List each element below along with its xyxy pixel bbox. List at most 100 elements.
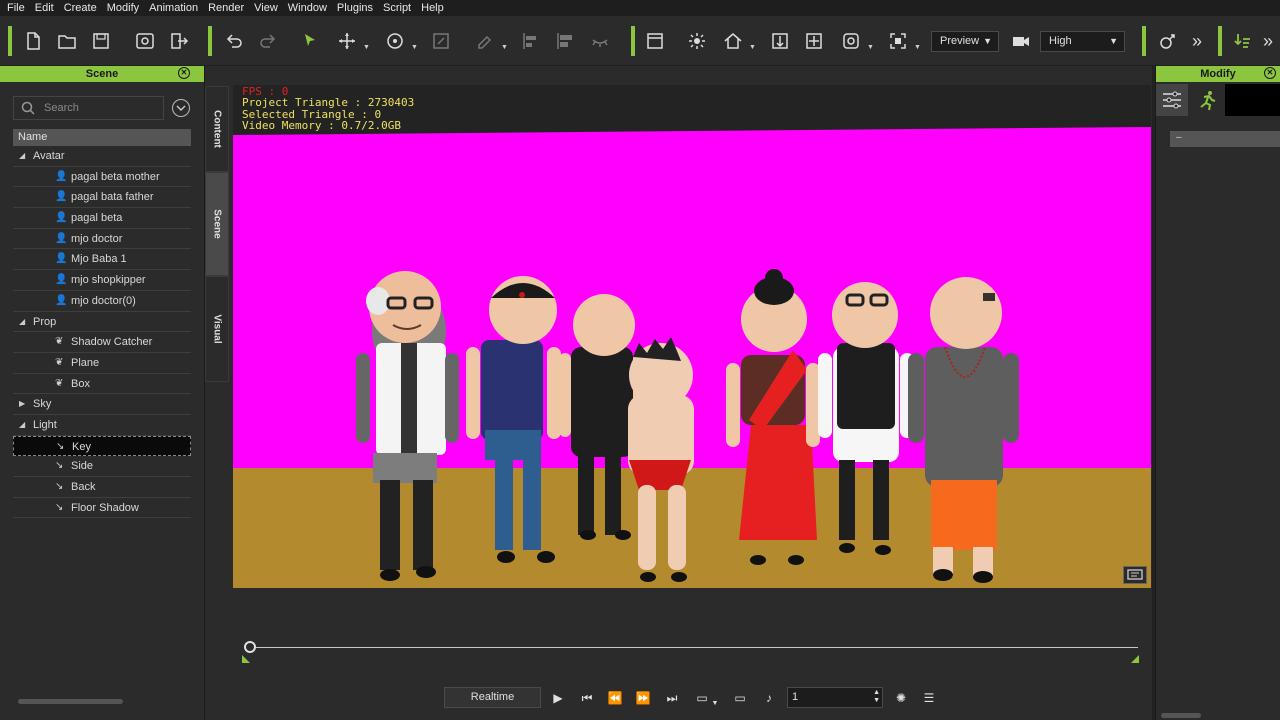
timeline-end-marker[interactable] <box>1131 655 1139 663</box>
tree-item[interactable]: ↘ Floor Shadow <box>13 498 191 519</box>
modify-tab-empty[interactable] <box>1225 84 1280 116</box>
snap-caret-icon[interactable]: ▼ <box>501 44 508 51</box>
rotate-caret-icon[interactable]: ▼ <box>411 44 418 51</box>
viewport-layout-icon[interactable] <box>644 30 666 52</box>
tree-item[interactable]: ❦ Shadow Catcher <box>13 332 191 353</box>
download-motion-icon[interactable] <box>1231 30 1253 52</box>
loop-caret-icon[interactable]: ▼ <box>706 695 724 713</box>
quality-select[interactable]: High ▼ <box>1040 31 1125 52</box>
horizontal-scrollbar[interactable] <box>1161 713 1201 718</box>
motion-path-icon[interactable] <box>1156 30 1178 52</box>
move-icon[interactable] <box>336 30 358 52</box>
tree-group-sky[interactable]: ▶ Sky <box>13 394 191 415</box>
redo-icon[interactable] <box>257 30 279 52</box>
3d-viewport[interactable]: FPS : 0 Project Triangle : 2730403 Selec… <box>233 85 1151 588</box>
skip-end-icon[interactable]: ⏭ <box>663 689 681 707</box>
expand-arrow-icon[interactable]: ◢ <box>19 312 25 332</box>
tree-group-avatar[interactable]: ◢ Avatar <box>13 146 191 167</box>
fit-vertical-icon[interactable] <box>769 30 791 52</box>
modify-section-bar[interactable]: – <box>1170 131 1280 147</box>
close-icon[interactable]: ✕ <box>178 67 190 79</box>
menu-help[interactable]: Help <box>416 0 449 16</box>
search-input[interactable] <box>44 100 159 116</box>
step-forward-icon[interactable]: ⏩ <box>634 689 652 707</box>
settings-sun-icon[interactable]: ✺ <box>892 689 910 707</box>
light-icon[interactable] <box>686 30 708 52</box>
tab-visual[interactable]: Visual <box>205 276 229 382</box>
step-back-icon[interactable]: ⏪ <box>606 689 624 707</box>
rotate-icon[interactable] <box>384 30 406 52</box>
undo-icon[interactable] <box>223 30 245 52</box>
close-icon[interactable]: ✕ <box>1264 67 1276 79</box>
frame-caret-icon[interactable]: ▼ <box>914 44 921 51</box>
menu-script[interactable]: Script <box>378 0 416 16</box>
overflow-right-icon[interactable]: » <box>1257 30 1279 52</box>
new-file-icon[interactable] <box>22 30 44 52</box>
preview-select[interactable]: Preview ▼ <box>931 31 999 52</box>
tree-item[interactable]: ❦ Box <box>13 374 191 395</box>
camera-target-caret-icon[interactable]: ▼ <box>867 44 874 51</box>
play-icon[interactable]: ▶ <box>549 689 567 707</box>
tree-group-light[interactable]: ◢ Light <box>13 415 191 436</box>
sliders-icon[interactable] <box>1156 84 1188 116</box>
overflow-icon[interactable]: » <box>1186 30 1208 52</box>
tree-item[interactable]: 👤 Mjo Baba 1 <box>13 249 191 271</box>
save-icon[interactable] <box>90 30 112 52</box>
menu-file[interactable]: File <box>2 0 30 16</box>
spinner-icon[interactable]: ▲ ▼ <box>873 689 880 705</box>
timeline-track[interactable] <box>250 647 1138 648</box>
frame-input[interactable]: 1 ▲ ▼ <box>787 687 883 708</box>
camera-target-icon[interactable] <box>840 30 862 52</box>
move-caret-icon[interactable]: ▼ <box>363 44 370 51</box>
fit-all-icon[interactable] <box>803 30 825 52</box>
menu-create[interactable]: Create <box>59 0 102 16</box>
expand-arrow-icon[interactable]: ◢ <box>19 415 25 435</box>
scale-icon[interactable] <box>430 30 452 52</box>
search-filter-dropdown[interactable] <box>172 99 190 117</box>
tree-item[interactable]: 👤 mjo doctor(0) <box>13 291 191 312</box>
tree-item[interactable]: 👤 mjo doctor <box>13 229 191 250</box>
frame-selected-icon[interactable] <box>887 30 909 52</box>
expand-arrow-icon[interactable]: ◢ <box>19 146 25 166</box>
scene-manager-icon[interactable] <box>134 30 156 52</box>
align-icon[interactable] <box>520 30 542 52</box>
menu-animation[interactable]: Animation <box>144 0 203 16</box>
skip-start-icon[interactable]: ⏮ <box>578 689 596 707</box>
menu-edit[interactable]: Edit <box>30 0 59 16</box>
eyelash-icon[interactable] <box>589 30 611 52</box>
tab-scene[interactable]: Scene <box>205 172 229 276</box>
tree-item[interactable]: ↘ Side <box>13 456 191 477</box>
menu-plugins[interactable]: Plugins <box>332 0 378 16</box>
snap-icon[interactable] <box>474 30 496 52</box>
tree-item[interactable]: 👤 pagal bata father <box>13 187 191 209</box>
select-arrow-icon[interactable] <box>299 30 321 52</box>
open-folder-icon[interactable] <box>56 30 78 52</box>
export-icon[interactable] <box>168 30 190 52</box>
menu-modify[interactable]: Modify <box>102 0 144 16</box>
music-note-icon[interactable]: ♪ <box>760 689 778 707</box>
tree-item[interactable]: ↘ Back <box>13 477 191 498</box>
distribute-icon[interactable] <box>554 30 576 52</box>
realtime-button[interactable]: Realtime <box>444 687 541 708</box>
list-icon[interactable]: ☰ <box>920 689 938 707</box>
tree-group-prop[interactable]: ◢ Prop <box>13 312 191 333</box>
tree-item[interactable]: ❦ Plane <box>13 353 191 374</box>
menu-view[interactable]: View <box>249 0 283 16</box>
tree-item[interactable]: 👤 pagal beta <box>13 208 191 229</box>
subtitle-icon[interactable]: ▭ <box>731 689 749 707</box>
home-icon[interactable] <box>722 30 744 52</box>
home-caret-icon[interactable]: ▼ <box>749 44 756 51</box>
menu-render[interactable]: Render <box>203 0 249 16</box>
tab-content[interactable]: Content <box>205 86 229 172</box>
tree-item[interactable]: 👤 pagal beta mother <box>13 167 191 188</box>
collapse-arrow-icon[interactable]: ▶ <box>19 394 25 414</box>
tree-item[interactable]: 👤 mjo shopkipper <box>13 270 191 291</box>
comment-icon[interactable] <box>1123 566 1147 584</box>
menu-window[interactable]: Window <box>283 0 332 16</box>
video-camera-icon[interactable] <box>1010 30 1032 52</box>
tree-item-selected[interactable]: ↘ Key <box>13 435 191 457</box>
timeline-start-marker[interactable] <box>242 655 250 663</box>
timeline-playhead[interactable] <box>244 641 256 653</box>
horizontal-scrollbar[interactable] <box>18 699 123 704</box>
running-figure-icon[interactable] <box>1191 84 1223 116</box>
